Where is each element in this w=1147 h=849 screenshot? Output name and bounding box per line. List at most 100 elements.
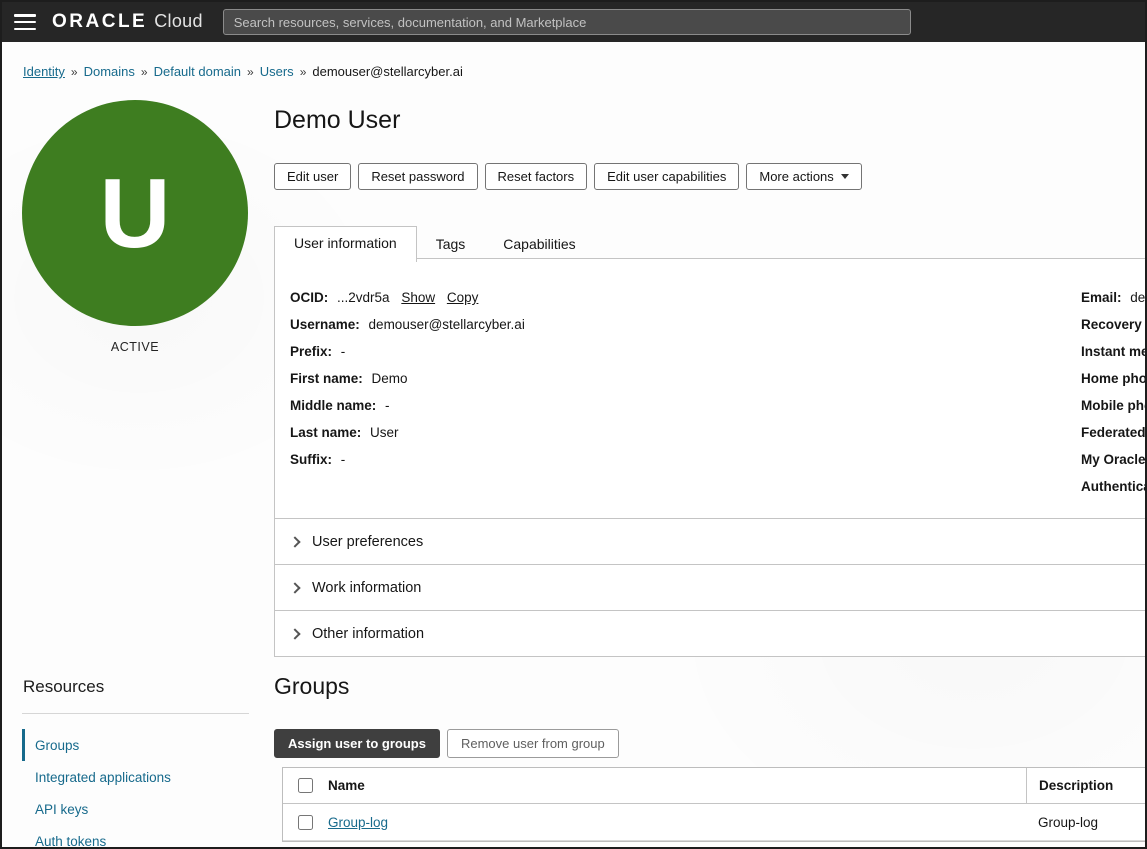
authentication-label: Authentica	[1081, 479, 1147, 494]
edit-user-capabilities-button[interactable]: Edit user capabilities	[594, 163, 739, 190]
breadcrumb-separator: »	[141, 65, 148, 79]
tab-user-information[interactable]: User information	[274, 226, 417, 262]
suffix-value: -	[341, 452, 346, 467]
group-link[interactable]: Group-log	[328, 815, 388, 830]
first-name-label: First name:	[290, 371, 363, 386]
more-actions-label: More actions	[759, 169, 833, 184]
group-description: Group-log	[1038, 815, 1098, 830]
breadcrumb-default-domain-link[interactable]: Default domain	[154, 64, 241, 79]
sidebar-item-integrated-applications[interactable]: Integrated applications	[22, 761, 249, 793]
section-other-information-label: Other information	[312, 626, 424, 642]
ocid-field: OCID: ...2vdr5a Show Copy	[290, 284, 525, 311]
resources-list: Groups Integrated applications API keys …	[22, 729, 249, 849]
authentication-field: Authentica	[1081, 473, 1147, 500]
suffix-field: Suffix: -	[290, 446, 525, 473]
table-row: Group-log Group-log	[283, 804, 1147, 841]
breadcrumb-users-link[interactable]: Users	[260, 64, 294, 79]
more-actions-button[interactable]: More actions	[746, 163, 861, 190]
breadcrumb-identity-link[interactable]: Identity	[23, 64, 65, 79]
section-user-preferences-label: User preferences	[312, 534, 423, 550]
email-field: Email: dem	[1081, 284, 1147, 311]
middle-name-label: Middle name:	[290, 398, 376, 413]
breadcrumb-separator: »	[71, 65, 78, 79]
tab-capabilities[interactable]: Capabilities	[484, 228, 594, 261]
row-checkbox[interactable]	[298, 815, 313, 830]
suffix-label: Suffix:	[290, 452, 332, 467]
detail-tabs: User information Tags Capabilities	[274, 226, 595, 261]
my-oracle-label: My Oracle	[1081, 452, 1146, 467]
sidebar-item-api-keys[interactable]: API keys	[22, 793, 249, 825]
user-actions-toolbar: Edit user Reset password Reset factors E…	[274, 163, 862, 190]
username-field: Username: demouser@stellarcyber.ai	[290, 311, 525, 338]
resources-divider	[22, 713, 249, 714]
sidebar-item-auth-tokens[interactable]: Auth tokens	[22, 825, 249, 849]
chevron-right-icon	[289, 628, 300, 639]
column-header-description: Description	[1026, 768, 1147, 803]
user-avatar-block: U ACTIVE	[22, 100, 248, 354]
topbar: ORACLE Cloud	[2, 2, 1145, 42]
user-info-right-column: Email: dem Recovery e Instant mes Home p…	[1081, 284, 1147, 500]
brand-cloud-text: Cloud	[154, 11, 203, 32]
section-work-information[interactable]: Work information	[274, 565, 1147, 611]
breadcrumb-separator: »	[247, 65, 254, 79]
recovery-email-label: Recovery e	[1081, 317, 1147, 332]
breadcrumb-domains-link[interactable]: Domains	[84, 64, 135, 79]
brand-oracle-text: ORACLE	[52, 11, 147, 33]
federated-field: Federated:	[1081, 419, 1147, 446]
last-name-label: Last name:	[290, 425, 361, 440]
groups-table-header: Name Description	[283, 768, 1147, 804]
select-all-checkbox[interactable]	[298, 778, 313, 793]
reset-password-button[interactable]: Reset password	[358, 163, 477, 190]
federated-label: Federated:	[1081, 425, 1147, 440]
my-oracle-field: My Oracle	[1081, 446, 1147, 473]
chevron-right-icon	[289, 536, 300, 547]
email-label: Email:	[1081, 290, 1122, 305]
instant-messaging-label: Instant mes	[1081, 344, 1147, 359]
prefix-field: Prefix: -	[290, 338, 525, 365]
email-value: dem	[1130, 290, 1147, 305]
reset-factors-button[interactable]: Reset factors	[485, 163, 588, 190]
assign-user-to-groups-button[interactable]: Assign user to groups	[274, 729, 440, 758]
last-name-value: User	[370, 425, 399, 440]
global-search-input[interactable]	[223, 9, 911, 35]
first-name-value: Demo	[372, 371, 408, 386]
groups-heading: Groups	[274, 673, 349, 700]
prefix-label: Prefix:	[290, 344, 332, 359]
groups-toolbar: Assign user to groups Remove user from g…	[274, 729, 619, 758]
column-header-name: Name	[328, 778, 1026, 793]
home-phone-label: Home phon	[1081, 371, 1147, 386]
user-information-panel: OCID: ...2vdr5a Show Copy Username: demo…	[274, 258, 1147, 519]
caret-down-icon	[841, 174, 849, 179]
breadcrumb-separator: »	[300, 65, 307, 79]
username-value: demouser@stellarcyber.ai	[369, 317, 525, 332]
edit-user-button[interactable]: Edit user	[274, 163, 351, 190]
tab-tags[interactable]: Tags	[417, 228, 485, 261]
recovery-email-field: Recovery e	[1081, 311, 1147, 338]
breadcrumb: Identity » Domains » Default domain » Us…	[23, 64, 463, 79]
remove-user-from-group-button[interactable]: Remove user from group	[447, 729, 619, 758]
chevron-right-icon	[289, 582, 300, 593]
username-label: Username:	[290, 317, 360, 332]
section-other-information[interactable]: Other information	[274, 611, 1147, 657]
status-badge: ACTIVE	[22, 340, 248, 354]
mobile-phone-field: Mobile pho	[1081, 392, 1147, 419]
ocid-copy-link[interactable]: Copy	[447, 290, 479, 305]
middle-name-value: -	[385, 398, 390, 413]
middle-name-field: Middle name: -	[290, 392, 525, 419]
groups-table: Name Description Group-log Group-log	[282, 767, 1147, 842]
mobile-phone-label: Mobile pho	[1081, 398, 1147, 413]
breadcrumb-current-user: demouser@stellarcyber.ai	[312, 64, 462, 79]
sidebar-item-groups[interactable]: Groups	[22, 729, 249, 761]
ocid-show-link[interactable]: Show	[401, 290, 435, 305]
hamburger-menu-icon[interactable]	[14, 14, 36, 30]
ocid-label: OCID:	[290, 290, 328, 305]
section-work-information-label: Work information	[312, 580, 421, 596]
first-name-field: First name: Demo	[290, 365, 525, 392]
section-user-preferences[interactable]: User preferences	[274, 519, 1147, 565]
resources-heading: Resources	[23, 677, 104, 697]
user-info-left-column: OCID: ...2vdr5a Show Copy Username: demo…	[290, 284, 525, 473]
ocid-value: ...2vdr5a	[337, 290, 390, 305]
home-phone-field: Home phon	[1081, 365, 1147, 392]
prefix-value: -	[341, 344, 346, 359]
instant-messaging-field: Instant mes	[1081, 338, 1147, 365]
